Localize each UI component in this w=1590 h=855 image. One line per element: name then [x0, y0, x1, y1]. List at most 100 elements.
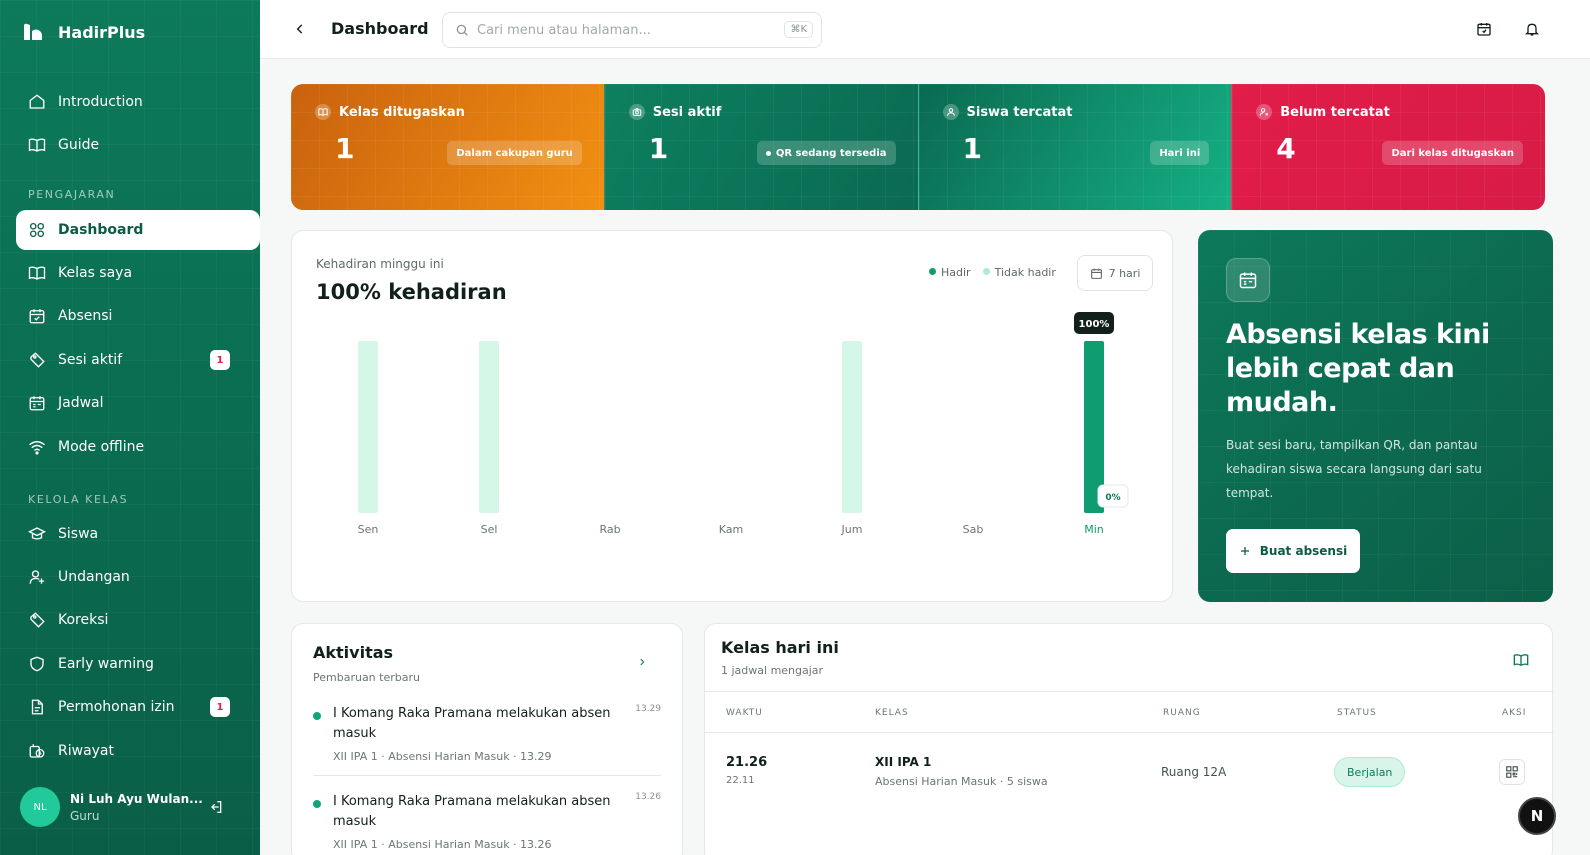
- user-plus-icon: [28, 568, 46, 586]
- tooltip-top-label: 100%: [1079, 319, 1110, 330]
- stat-pill: Hari ini: [1150, 141, 1210, 165]
- stat-value: 1: [962, 132, 982, 165]
- x-tick-label: Kam: [719, 523, 743, 536]
- x-tick-label: Min: [1084, 523, 1104, 536]
- calendar-icon[interactable]: [1476, 21, 1492, 37]
- table-header: WAKTU KELAS RUANG STATUS AKSI: [705, 691, 1554, 733]
- column-header: RUANG: [1163, 708, 1201, 718]
- range-select-button[interactable]: 7 hari: [1077, 255, 1153, 291]
- nav-section-class: KELOLA KELAS: [28, 493, 129, 506]
- back-chevron-icon[interactable]: [293, 21, 307, 37]
- avatar: NL: [20, 787, 60, 827]
- stat-card-siswa-tercatat[interactable]: Siswa tercatat 1 Hari ini: [917, 84, 1232, 210]
- x-tick-label: Sel: [481, 523, 498, 536]
- user-profile[interactable]: NL Ni Luh Ayu Wulan... Guru: [20, 787, 203, 827]
- sidebar-item-riwayat[interactable]: Riwayat: [16, 731, 260, 771]
- hero-description: Buat sesi baru, tampilkan QR, dan pantau…: [1226, 438, 1482, 500]
- sidebar-item-sesi-aktif[interactable]: Sesi aktif 1: [16, 340, 260, 380]
- logout-icon[interactable]: [208, 799, 224, 815]
- sidebar-item-undangan[interactable]: Undangan: [16, 557, 260, 597]
- live-dot-icon: [765, 150, 771, 156]
- promo-hero-card: Absensi kelas kini lebih cepat dan mudah…: [1198, 230, 1553, 602]
- legend-absent-label: Tidak hadir: [994, 266, 1056, 279]
- attendance-bar-chart: Sen Sel Rab Kam Jum Sab Min 100% 0%: [358, 312, 1129, 536]
- chevron-right-icon[interactable]: [637, 656, 647, 668]
- qr-action-button[interactable]: [1499, 759, 1525, 785]
- table-row[interactable]: 21.26 22.11 XII IPA 1 Absensi Harian Mas…: [705, 734, 1554, 824]
- today-subtitle: 1 jadwal mengajar: [721, 664, 824, 677]
- book-open-icon: [28, 136, 46, 154]
- stat-cards: Kelas ditugaskan 1 Dalam cakupan guru Se…: [291, 84, 1545, 210]
- sidebar-item-koreksi[interactable]: Koreksi: [16, 600, 260, 640]
- class-time: 21.26: [726, 755, 768, 770]
- class-room: Ruang 12A: [1161, 765, 1227, 779]
- search-box[interactable]: ⌘K: [442, 12, 822, 48]
- bar-track: [358, 341, 378, 513]
- sidebar-item-label: Undangan: [58, 569, 130, 585]
- column-header: STATUS: [1337, 708, 1377, 718]
- camera-icon: [628, 104, 645, 120]
- activity-text: I Komang Raka Pramana melakukan absen ma…: [333, 794, 611, 829]
- stat-card-belum-tercatat[interactable]: Belum tercatat 4 Dari kelas ditugaskan: [1231, 84, 1545, 210]
- today-title: Kelas hari ini: [721, 638, 839, 657]
- sidebar-item-permohonan-izin[interactable]: Permohonan izin 1: [16, 687, 260, 727]
- status-dot-icon: [313, 712, 321, 720]
- list-item[interactable]: I Komang Raka Pramana melakukan absen ma…: [313, 704, 661, 774]
- sidebar-item-jadwal[interactable]: Jadwal: [16, 383, 260, 423]
- activity-title: Aktivitas: [313, 643, 394, 662]
- bell-icon[interactable]: [1524, 21, 1540, 37]
- graduation-cap-icon: [28, 525, 46, 543]
- column-header: AKSI: [1502, 708, 1527, 718]
- brand[interactable]: HadirPlus: [22, 22, 145, 42]
- search-input[interactable]: [477, 22, 767, 38]
- book-open-icon[interactable]: [1513, 652, 1529, 668]
- sidebar-item-label: Jadwal: [58, 395, 104, 411]
- list-item[interactable]: I Komang Raka Pramana melakukan absen ma…: [313, 792, 661, 855]
- stat-card-sesi-aktif[interactable]: Sesi aktif 1 QR sedang tersedia: [603, 84, 918, 210]
- sidebar-item-label: Mode offline: [58, 439, 145, 455]
- sidebar-item-siswa[interactable]: Siswa: [16, 514, 260, 554]
- calendar-check-icon: [28, 307, 46, 325]
- search-icon: [455, 23, 469, 37]
- floating-assistant-button[interactable]: N: [1518, 797, 1556, 835]
- sidebar-item-label: Permohonan izin: [58, 699, 175, 715]
- activity-meta: XII IPA 1 · Absensi Harian Masuk · 13.26: [333, 838, 552, 851]
- stat-pill-text: Dalam cakupan guru: [456, 147, 573, 159]
- hero-title: Absensi kelas kini lebih cepat dan mudah…: [1226, 319, 1490, 418]
- attendance-chart-card: Kehadiran minggu ini 100% kehadiran Hadi…: [291, 230, 1173, 602]
- sidebar-item-kelas-saya[interactable]: Kelas saya: [16, 253, 260, 293]
- sidebar: HadirPlus Introduction Guide PENGAJARAN …: [0, 0, 260, 855]
- column-header: WAKTU: [726, 708, 763, 718]
- topbar: Dashboard ⌘K: [260, 0, 1590, 59]
- qr-code-icon: [1505, 765, 1519, 779]
- stat-card-kelas-ditugaskan[interactable]: Kelas ditugaskan 1 Dalam cakupan guru: [291, 84, 604, 210]
- activity-meta: XII IPA 1 · Absensi Harian Masuk · 13.29: [333, 750, 552, 763]
- wifi-icon: [28, 438, 46, 456]
- user-x-icon: [1256, 104, 1273, 120]
- sidebar-item-label: Koreksi: [58, 612, 109, 628]
- legend-absent: Tidak hadir: [982, 266, 1056, 279]
- sidebar-item-introduction[interactable]: Introduction: [16, 82, 260, 122]
- book-open-icon: [28, 264, 46, 282]
- stat-value: 1: [648, 132, 669, 165]
- create-attendance-button[interactable]: Buat absensi: [1226, 529, 1360, 573]
- status-badge: Berjalan: [1334, 757, 1406, 787]
- today-classes-card: Kelas hari ini 1 jadwal mengajar WAKTU K…: [704, 623, 1554, 855]
- sidebar-item-mode-offline[interactable]: Mode offline: [16, 427, 260, 467]
- user-name: Ni Luh Ayu Wulan...: [70, 791, 203, 806]
- user-role: Guru: [70, 808, 100, 823]
- sidebar-item-absensi[interactable]: Absensi: [16, 296, 260, 336]
- bar-track: [479, 341, 499, 513]
- calendar-icon: [28, 394, 46, 412]
- x-tick-label: Rab: [599, 523, 620, 536]
- stat-pill-text: Dari kelas ditugaskan: [1391, 147, 1514, 159]
- legend-present: Hadir: [929, 266, 971, 279]
- activity-subtitle: Pembaruan terbaru: [313, 671, 420, 684]
- sidebar-item-early-warning[interactable]: Early warning: [16, 644, 260, 684]
- home-icon: [28, 93, 46, 111]
- x-tick-label: Jum: [841, 523, 863, 536]
- class-name: XII IPA 1: [875, 755, 932, 769]
- sidebar-item-guide[interactable]: Guide: [16, 125, 260, 165]
- status-dot-icon: [313, 800, 321, 808]
- sidebar-item-dashboard[interactable]: Dashboard: [16, 210, 260, 250]
